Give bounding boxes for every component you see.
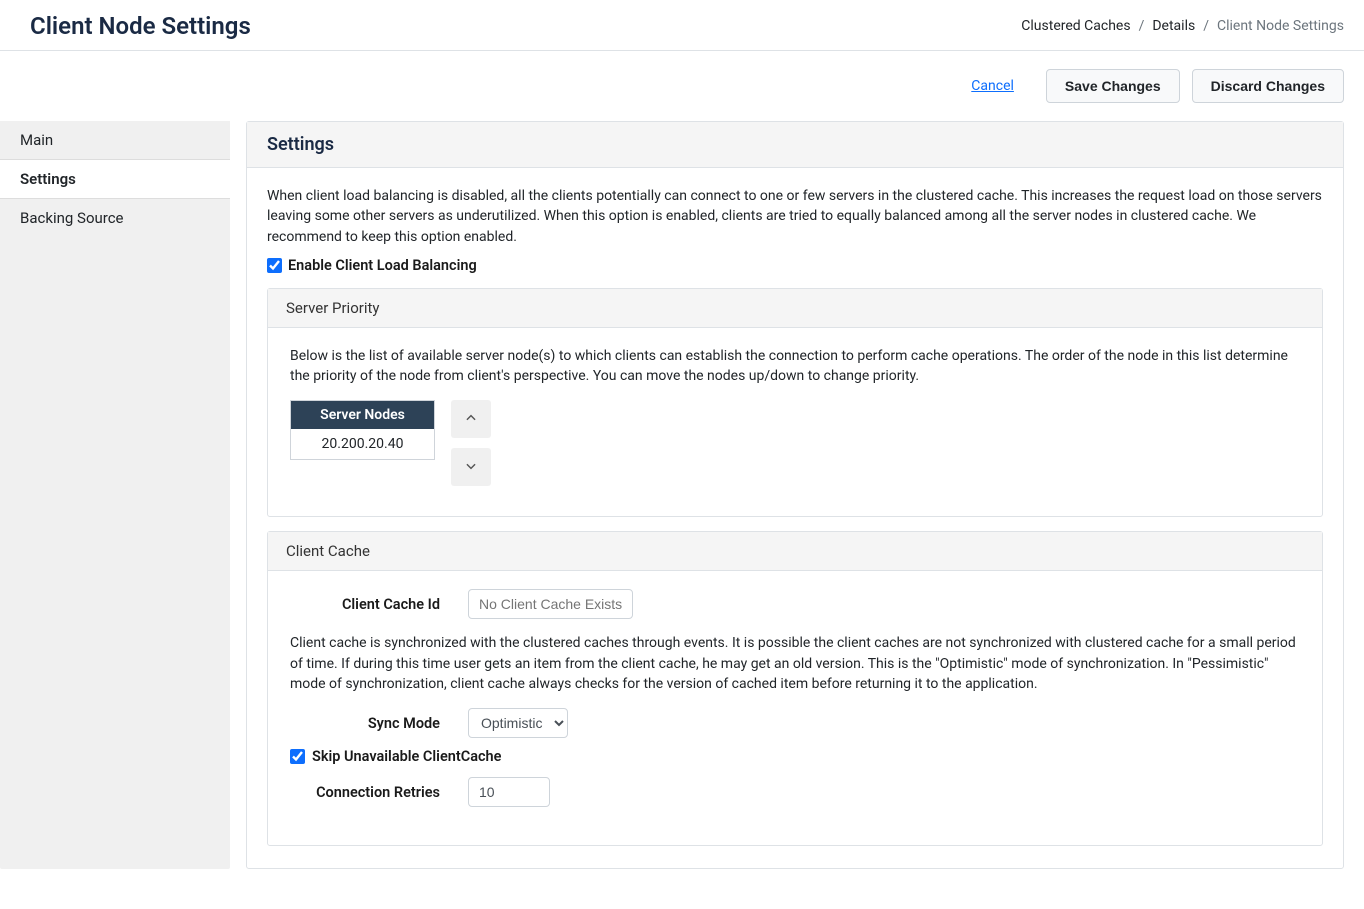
server-priority-help-text: Below is the list of available server no… <box>290 346 1300 387</box>
chevron-up-icon <box>464 411 478 428</box>
breadcrumb-separator: / <box>1139 18 1145 34</box>
server-node-row[interactable]: 20.200.20.40 <box>291 429 434 459</box>
save-changes-button[interactable]: Save Changes <box>1046 69 1180 103</box>
page-title: Client Node Settings <box>30 12 251 40</box>
sync-mode-select[interactable]: Optimistic Pessimistic <box>468 708 568 738</box>
cancel-link[interactable]: Cancel <box>971 78 1014 94</box>
chevron-down-icon <box>464 459 478 476</box>
enable-load-balancing-checkbox[interactable] <box>267 258 282 273</box>
sidebar-item-backing-source[interactable]: Backing Source <box>0 199 230 237</box>
sync-mode-label: Sync Mode <box>290 715 440 732</box>
connection-retries-input[interactable] <box>468 777 550 807</box>
sidebar-item-settings[interactable]: Settings <box>0 159 230 199</box>
connection-retries-label: Connection Retries <box>290 784 440 801</box>
breadcrumb-current: Client Node Settings <box>1217 18 1344 34</box>
move-down-button[interactable] <box>451 448 491 486</box>
sync-mode-help-text: Client cache is synchronized with the cl… <box>290 633 1300 694</box>
client-cache-header: Client Cache <box>268 532 1322 571</box>
move-up-button[interactable] <box>451 400 491 438</box>
server-priority-header: Server Priority <box>268 289 1322 328</box>
skip-unavailable-label[interactable]: Skip Unavailable ClientCache <box>312 748 501 765</box>
sidebar: Main Settings Backing Source <box>0 121 230 869</box>
load-balancing-help-text: When client load balancing is disabled, … <box>267 186 1323 247</box>
server-nodes-table-header: Server Nodes <box>291 401 434 429</box>
breadcrumb-clustered-caches[interactable]: Clustered Caches <box>1021 18 1130 34</box>
client-cache-id-input[interactable] <box>468 589 633 619</box>
enable-load-balancing-label[interactable]: Enable Client Load Balancing <box>288 257 477 274</box>
server-nodes-table: Server Nodes 20.200.20.40 <box>290 400 435 460</box>
settings-panel-header: Settings <box>247 122 1343 168</box>
sidebar-item-main[interactable]: Main <box>0 121 230 159</box>
skip-unavailable-checkbox[interactable] <box>290 749 305 764</box>
client-cache-id-label: Client Cache Id <box>290 596 440 613</box>
discard-changes-button[interactable]: Discard Changes <box>1192 69 1344 103</box>
breadcrumb-separator: / <box>1203 18 1209 34</box>
breadcrumb-details[interactable]: Details <box>1152 18 1195 34</box>
breadcrumb: Clustered Caches / Details / Client Node… <box>1021 18 1344 34</box>
